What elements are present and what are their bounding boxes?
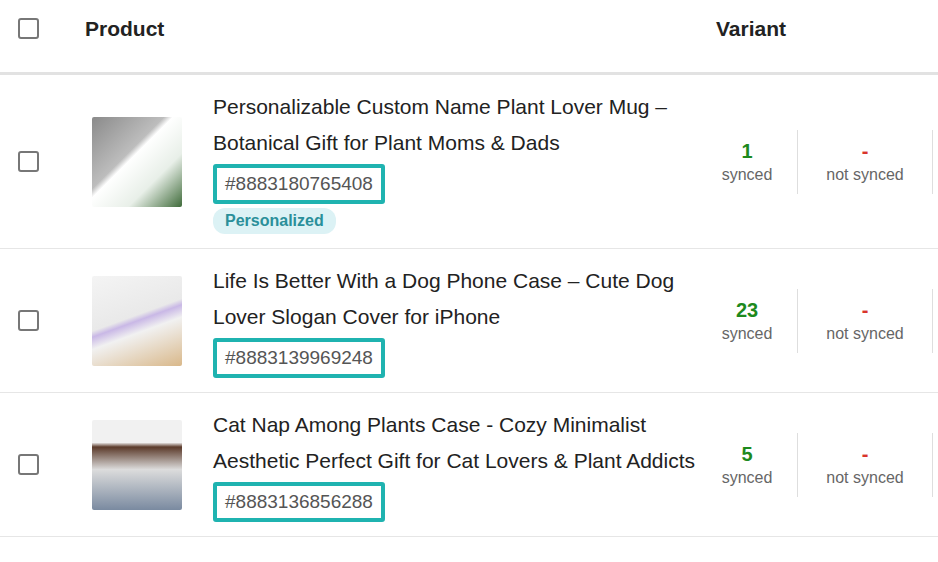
- product-cell: Cat Nap Among Plants Case - Cozy Minimal…: [213, 393, 697, 536]
- not-synced-count: -: [798, 441, 932, 467]
- product-cell: Life Is Better With a Dog Phone Case – C…: [213, 249, 697, 392]
- not-synced-label: not synced: [798, 467, 932, 489]
- row-checkbox[interactable]: [18, 310, 39, 331]
- product-cell: Personalizable Custom Name Plant Lover M…: [213, 75, 697, 248]
- product-table: ProductVariant Personalizable Custom Name…: [0, 0, 938, 537]
- table-row[interactable]: Personalizable Custom Name Plant Lover M…: [0, 75, 938, 249]
- product-image[interactable]: [92, 276, 182, 366]
- synced-count: 1: [697, 138, 797, 164]
- variant-column-header[interactable]: Variant: [697, 17, 933, 41]
- table-row[interactable]: Cat Nap Among Plants Case - Cozy Minimal…: [0, 393, 938, 537]
- product-title[interactable]: Cat Nap Among Plants Case - Cozy Minimal…: [213, 407, 697, 479]
- not-synced-cell: -not synced: [797, 289, 933, 353]
- not-synced-label: not synced: [798, 323, 932, 345]
- not-synced-label: not synced: [798, 164, 932, 186]
- not-synced-cell: -not synced: [797, 130, 933, 194]
- thumbnail-cell: [68, 117, 213, 207]
- synced-count: 5: [697, 441, 797, 467]
- product-image[interactable]: [92, 420, 182, 510]
- badge-wrap: Personalized: [213, 208, 697, 234]
- synced-label: synced: [697, 164, 797, 186]
- personalized-badge: Personalized: [213, 208, 336, 234]
- thumbnail-cell: [68, 420, 213, 510]
- product-id: #8883139969248: [213, 338, 385, 378]
- synced-count: 23: [697, 297, 797, 323]
- synced-cell: 1synced: [697, 130, 797, 194]
- synced-cell: 23synced: [697, 289, 797, 353]
- not-synced-cell: -not synced: [797, 433, 933, 497]
- product-title[interactable]: Life Is Better With a Dog Phone Case – C…: [213, 263, 697, 335]
- product-title[interactable]: Personalizable Custom Name Plant Lover M…: [213, 89, 697, 161]
- product-id: #8883180765408: [213, 164, 385, 204]
- table-row[interactable]: Life Is Better With a Dog Phone Case – C…: [0, 249, 938, 393]
- product-id-wrap: #8883139969248: [213, 335, 697, 378]
- not-synced-count: -: [798, 138, 932, 164]
- synced-label: synced: [697, 467, 797, 489]
- not-synced-count: -: [798, 297, 932, 323]
- row-checkbox[interactable]: [18, 151, 39, 172]
- product-column-header[interactable]: Product: [68, 17, 697, 41]
- product-id-wrap: #8883180765408: [213, 161, 697, 204]
- product-image[interactable]: [92, 117, 182, 207]
- thumbnail-cell: [68, 276, 213, 366]
- product-id-wrap: #8883136856288: [213, 479, 697, 522]
- row-checkbox[interactable]: [18, 454, 39, 475]
- product-id: #8883136856288: [213, 482, 385, 522]
- table-header: ProductVariant: [0, 0, 938, 75]
- synced-cell: 5synced: [697, 433, 797, 497]
- select-all-checkbox[interactable]: [18, 18, 39, 39]
- synced-label: synced: [697, 323, 797, 345]
